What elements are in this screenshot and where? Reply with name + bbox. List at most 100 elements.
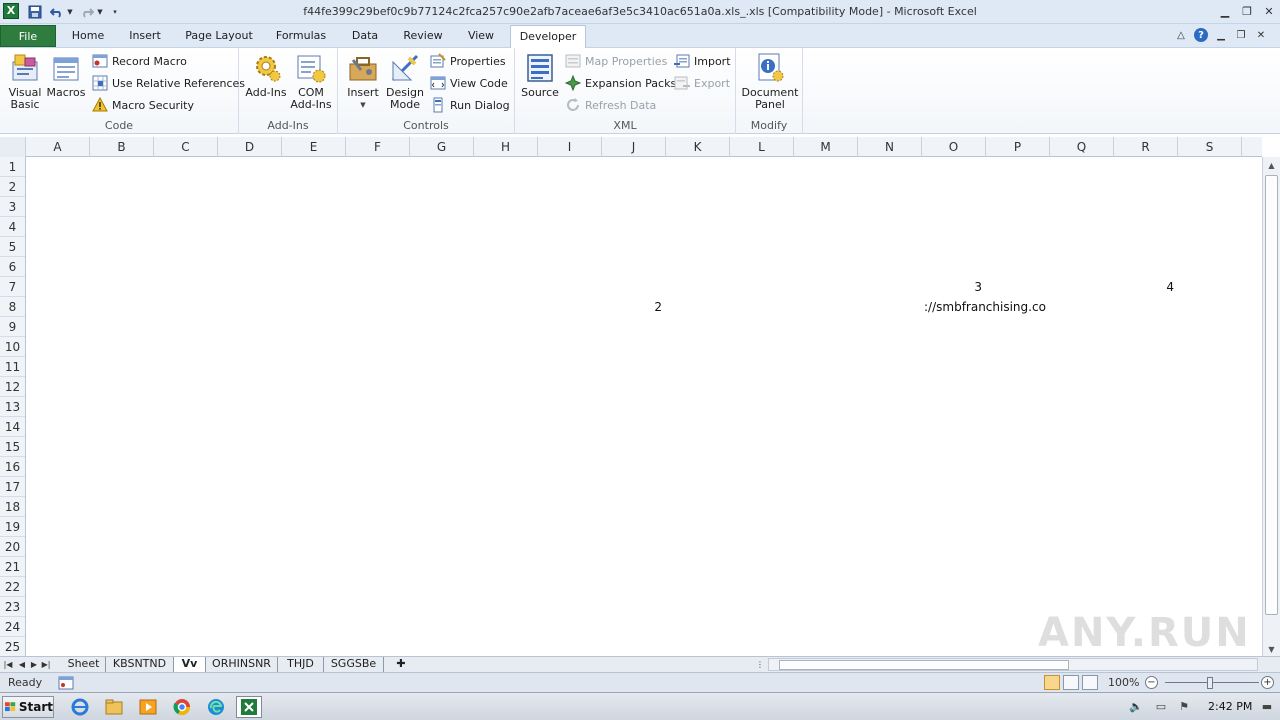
tab-formulas[interactable]: Formulas <box>270 25 332 47</box>
restore-icon[interactable]: ❐ <box>1236 1 1258 21</box>
cell-o7[interactable]: 3 <box>922 277 982 297</box>
use-relative-references-button[interactable]: Use Relative References <box>92 74 245 92</box>
page-layout-view-icon[interactable] <box>1063 675 1079 690</box>
tab-page-layout[interactable]: Page Layout <box>180 25 258 47</box>
refresh-data-button[interactable]: Refresh Data <box>565 96 656 114</box>
horizontal-scrollbar[interactable] <box>768 658 1258 671</box>
column-header-d[interactable]: D <box>218 137 282 157</box>
select-all-corner[interactable] <box>0 137 26 157</box>
next-sheet-icon[interactable]: ▶ <box>28 657 40 672</box>
tab-data[interactable]: Data <box>344 25 386 47</box>
workbook-close-icon[interactable]: ✕ <box>1254 28 1268 42</box>
row-header-16[interactable]: 16 <box>0 457 25 477</box>
column-header-n[interactable]: N <box>858 137 922 157</box>
sheet-tab-vv[interactable]: Vv <box>174 657 206 672</box>
sheet-tab-sheet[interactable]: Sheet <box>62 657 106 672</box>
worksheet-grid[interactable]: 3 4 2 ://smbfranchising.co <box>26 157 1262 657</box>
row-header-25[interactable]: 25 <box>0 637 25 657</box>
media-player-icon[interactable] <box>136 696 160 718</box>
row-header-5[interactable]: 5 <box>0 237 25 257</box>
sheet-tab-sggsbe[interactable]: SGGSBe <box>324 657 384 672</box>
row-header-19[interactable]: 19 <box>0 517 25 537</box>
source-button[interactable]: Source <box>521 52 559 99</box>
column-header-i[interactable]: I <box>538 137 602 157</box>
tab-file[interactable]: File <box>0 25 56 47</box>
scroll-up-icon[interactable]: ▲ <box>1263 157 1280 173</box>
start-button[interactable]: Start <box>2 696 54 718</box>
sheet-tab-kbsntnd[interactable]: KBSNTND <box>106 657 174 672</box>
chrome-icon[interactable] <box>170 696 194 718</box>
first-sheet-icon[interactable]: |◀ <box>2 657 14 672</box>
design-mode-button[interactable]: Design Mode <box>384 52 426 111</box>
row-header-22[interactable]: 22 <box>0 577 25 597</box>
row-header-4[interactable]: 4 <box>0 217 25 237</box>
cell-r7[interactable]: 4 <box>1114 277 1174 297</box>
edge-icon[interactable] <box>204 696 228 718</box>
taskbar-clock[interactable]: 2:42 PM <box>1208 700 1252 713</box>
row-header-1[interactable]: 1 <box>0 157 25 177</box>
com-add-ins-button[interactable]: COM Add-Ins <box>289 52 333 111</box>
column-header-f[interactable]: F <box>346 137 410 157</box>
import-button[interactable]: Import <box>674 52 731 70</box>
normal-view-icon[interactable] <box>1044 675 1060 690</box>
tab-split-handle[interactable]: ⋮ <box>756 657 764 672</box>
macro-recording-icon[interactable] <box>58 676 74 690</box>
workbook-restore-icon[interactable]: ❐ <box>1234 28 1248 42</box>
column-header-o[interactable]: O <box>922 137 986 157</box>
row-header-23[interactable]: 23 <box>0 597 25 617</box>
tab-review[interactable]: Review <box>398 25 448 47</box>
row-header-7[interactable]: 7 <box>0 277 25 297</box>
close-icon[interactable]: ✕ <box>1258 1 1280 21</box>
row-header-6[interactable]: 6 <box>0 257 25 277</box>
column-header-p[interactable]: P <box>986 137 1050 157</box>
scroll-down-icon[interactable]: ▼ <box>1263 641 1280 657</box>
row-header-2[interactable]: 2 <box>0 177 25 197</box>
workbook-minimize-icon[interactable]: ▁ <box>1214 28 1228 42</box>
row-header-24[interactable]: 24 <box>0 617 25 637</box>
row-header-13[interactable]: 13 <box>0 397 25 417</box>
row-header-20[interactable]: 20 <box>0 537 25 557</box>
help-icon[interactable]: ? <box>1194 28 1208 42</box>
map-properties-button[interactable]: Map Properties <box>565 52 667 70</box>
cell-j8[interactable]: 2 <box>602 297 662 317</box>
zoom-slider-thumb[interactable] <box>1207 677 1213 689</box>
column-header-e[interactable]: E <box>282 137 346 157</box>
column-header-m[interactable]: M <box>794 137 858 157</box>
document-panel-button[interactable]: Document Panel <box>740 52 800 111</box>
row-header-21[interactable]: 21 <box>0 557 25 577</box>
column-header-a[interactable]: A <box>26 137 90 157</box>
insert-controls-button[interactable]: Insert ▼ <box>344 52 382 111</box>
zoom-level[interactable]: 100% <box>1108 676 1139 689</box>
row-header-11[interactable]: 11 <box>0 357 25 377</box>
export-button[interactable]: Export <box>674 74 730 92</box>
column-header-l[interactable]: L <box>730 137 794 157</box>
row-header-9[interactable]: 9 <box>0 317 25 337</box>
column-header-q[interactable]: Q <box>1050 137 1114 157</box>
record-macro-button[interactable]: Record Macro <box>92 52 187 70</box>
sheet-tab-orhinsnr[interactable]: ORHINSNR <box>206 657 278 672</box>
macro-security-button[interactable]: Macro Security <box>92 96 194 114</box>
excel-taskbar-icon[interactable] <box>236 696 262 718</box>
vertical-scrollbar[interactable]: ▲ ▼ <box>1262 157 1280 657</box>
macros-button[interactable]: Macros <box>46 52 86 99</box>
sheet-tab-thjd[interactable]: THJD <box>278 657 324 672</box>
show-desktop-icon[interactable]: ▬ <box>1260 698 1274 714</box>
prev-sheet-icon[interactable]: ◀ <box>16 657 28 672</box>
row-header-15[interactable]: 15 <box>0 437 25 457</box>
row-header-8[interactable]: 8 <box>0 297 25 317</box>
internet-explorer-icon[interactable] <box>68 696 92 718</box>
network-icon[interactable]: ▭ <box>1153 698 1169 714</box>
row-header-10[interactable]: 10 <box>0 337 25 357</box>
column-header-g[interactable]: G <box>410 137 474 157</box>
visual-basic-button[interactable]: Visual Basic <box>6 52 44 111</box>
minimize-icon[interactable]: ▁ <box>1214 1 1236 21</box>
minimize-ribbon-icon[interactable]: △ <box>1174 28 1188 42</box>
cell-o8[interactable]: ://smbfranchising.co <box>924 297 1046 317</box>
horizontal-scroll-thumb[interactable] <box>779 660 1069 670</box>
column-header-h[interactable]: H <box>474 137 538 157</box>
row-header-14[interactable]: 14 <box>0 417 25 437</box>
expansion-packs-button[interactable]: Expansion Packs <box>565 74 676 92</box>
row-header-17[interactable]: 17 <box>0 477 25 497</box>
column-header-j[interactable]: J <box>602 137 666 157</box>
tab-developer[interactable]: Developer <box>510 25 586 49</box>
